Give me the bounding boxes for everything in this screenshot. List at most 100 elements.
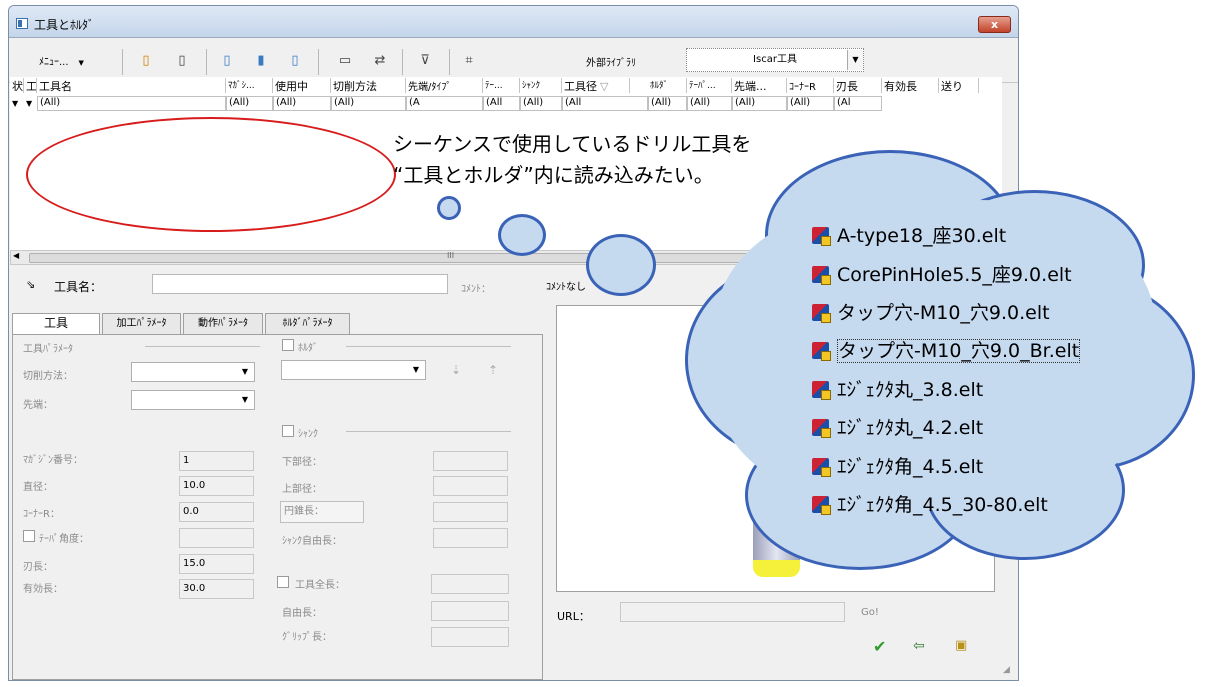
- delete-tool-icon[interactable]: ▯: [173, 51, 191, 71]
- holder-settings-icon[interactable]: ▯: [286, 51, 304, 71]
- filter-dropdown-icon[interactable]: ▼: [12, 96, 18, 111]
- tab-machining-params[interactable]: 加工ﾊﾟﾗﾒｰﾀ: [102, 313, 181, 334]
- toolbar-separator: [402, 49, 403, 75]
- file-item[interactable]: タップ穴-M10_穴9.0.elt: [812, 298, 1050, 325]
- tool-params-panel: 工具ﾊﾟﾗﾒｰﾀ 切削方法： ▼ 先端： ▼ ﾏｶﾞｼﾞﾝ番号： 1 直径： 1…: [12, 334, 543, 680]
- filter-cell[interactable]: (All): [787, 96, 834, 111]
- column-header[interactable]: 切削方法: [331, 78, 406, 93]
- scroll-left-icon[interactable]: ◀: [13, 251, 19, 260]
- column-header[interactable]: ｼｬﾝｸ: [520, 78, 562, 93]
- effective-length-field[interactable]: 30.0: [179, 579, 254, 599]
- go-button[interactable]: Go!: [861, 607, 879, 618]
- import-holder-icon[interactable]: ▮: [252, 51, 270, 71]
- holder-import-icon[interactable]: ⇣: [451, 363, 461, 377]
- file-item[interactable]: CorePinHole5.5_座9.0.elt: [812, 260, 1072, 287]
- window-title: 工具とﾎﾙﾀﾞ: [34, 18, 95, 32]
- thought-bubble-large: [586, 234, 656, 296]
- column-header[interactable]: ﾃｰ...: [483, 78, 520, 93]
- elt-file-icon: [812, 381, 831, 400]
- taper-angle-field[interactable]: [179, 528, 254, 548]
- filter-cell[interactable]: (All): [687, 96, 732, 111]
- filter-cell[interactable]: (All: [562, 96, 648, 111]
- toolbar-separator: [122, 49, 123, 75]
- filter-cell[interactable]: (All): [226, 96, 273, 111]
- column-header[interactable]: 先端...: [732, 78, 787, 93]
- apply-icon[interactable]: ⇦: [913, 638, 925, 654]
- filter-cell[interactable]: (All): [331, 96, 406, 111]
- blade-length-field[interactable]: 15.0: [179, 554, 254, 574]
- filter-cell[interactable]: (A: [406, 96, 483, 111]
- file-item[interactable]: ｴｼﾞｪｸﾀ丸_4.2.elt: [812, 413, 983, 440]
- tab-tool[interactable]: 工具: [12, 313, 100, 335]
- menu-button[interactable]: ﾒﾆｭｰ... ▼: [39, 53, 84, 68]
- file-item[interactable]: ｴｼﾞｪｸﾀ角_4.5.elt: [812, 452, 983, 479]
- column-header[interactable]: 刃長: [834, 78, 882, 93]
- tip-select[interactable]: ▼: [131, 390, 255, 410]
- swap-tool-icon[interactable]: ⇄: [371, 51, 389, 71]
- cone-length-button[interactable]: 円錐長：: [280, 501, 364, 523]
- ok-check-icon[interactable]: ✔: [873, 637, 886, 656]
- free-length-field[interactable]: [431, 601, 509, 621]
- total-length-field[interactable]: [431, 574, 509, 594]
- filter-dropdown-icon[interactable]: ▼: [26, 96, 32, 111]
- exit-icon[interactable]: ▣: [955, 638, 967, 653]
- filter-cell[interactable]: (All): [37, 96, 226, 111]
- holder-select[interactable]: ▼: [281, 360, 426, 380]
- column-header[interactable]: 先端/ﾀｲﾌﾟ: [406, 78, 483, 93]
- library-select[interactable]: Iscar工具: [686, 48, 864, 72]
- column-header[interactable]: ﾃｰﾊﾟ...: [687, 78, 732, 93]
- shank-free-length-field[interactable]: [433, 528, 508, 548]
- column-header[interactable]: 使用中: [273, 78, 331, 93]
- elt-file-icon: [812, 227, 831, 246]
- upper-diameter-label: 上部径：: [282, 484, 322, 495]
- column-header[interactable]: ﾏｶﾞｼ...: [226, 78, 273, 93]
- cutting-method-select[interactable]: ▼: [131, 362, 255, 382]
- chevron-down-icon: ▼: [412, 365, 420, 374]
- column-header[interactable]: 送り: [939, 78, 979, 93]
- clear-filter-icon[interactable]: ⊽: [416, 51, 434, 71]
- diameter-field[interactable]: 10.0: [179, 476, 254, 496]
- column-header[interactable]: 工具径 ▽: [562, 78, 630, 93]
- filter-cell[interactable]: (All): [520, 96, 562, 111]
- add-holder-icon[interactable]: ▯: [218, 51, 236, 71]
- file-item[interactable]: A-type18_座30.elt: [812, 221, 1006, 248]
- filter-cell[interactable]: (Al: [834, 96, 882, 111]
- filter-cell[interactable]: (All): [648, 96, 687, 111]
- column-header[interactable]: ﾎﾙﾀﾞ: [648, 78, 687, 93]
- holder-export-icon[interactable]: ⇡: [488, 363, 498, 377]
- magazine-field[interactable]: 1: [179, 451, 254, 471]
- filter-cell[interactable]: (All): [273, 96, 331, 111]
- tab-holder-params[interactable]: ﾎﾙﾀﾞﾊﾟﾗﾒｰﾀ: [265, 313, 350, 334]
- resize-grip-icon[interactable]: ◢: [1003, 665, 1010, 675]
- column-header[interactable]: 有効長: [882, 78, 939, 93]
- file-item[interactable]: ｴｼﾞｪｸﾀ丸_3.8.elt: [812, 375, 983, 402]
- column-header-label: 工具径: [564, 80, 597, 93]
- upper-diameter-field[interactable]: [433, 476, 508, 496]
- tab-motion-params[interactable]: 動作ﾊﾟﾗﾒｰﾀ: [183, 313, 263, 334]
- binoculars-icon[interactable]: ⌗: [460, 51, 478, 71]
- grip-length-field[interactable]: [431, 627, 509, 647]
- holder-checkbox[interactable]: ﾎﾙﾀﾞ: [282, 339, 318, 354]
- filter-cell[interactable]: (All): [732, 96, 787, 111]
- close-button[interactable]: x: [978, 16, 1011, 33]
- lower-diameter-field[interactable]: [433, 451, 508, 471]
- corner-r-field[interactable]: 0.0: [179, 502, 254, 522]
- elt-file-icon: [812, 496, 831, 515]
- chevron-down-icon[interactable]: ▼: [847, 50, 863, 70]
- copy-tool-icon[interactable]: ▭: [336, 51, 354, 71]
- shank-checkbox[interactable]: ｼｬﾝｸ: [282, 425, 318, 440]
- cone-length-field[interactable]: [433, 502, 508, 522]
- column-header[interactable]: 工具名: [37, 78, 226, 93]
- filter-cell[interactable]: (All: [483, 96, 520, 111]
- taper-angle-checkbox[interactable]: ﾃｰﾊﾟ角度：: [23, 530, 89, 545]
- column-header[interactable]: 状: [10, 78, 24, 93]
- file-item[interactable]: タップ穴-M10_穴9.0_Br.elt: [812, 336, 1081, 363]
- column-header[interactable]: 工: [24, 78, 37, 93]
- file-item[interactable]: ｴｼﾞｪｸﾀ角_4.5_30-80.elt: [812, 490, 1048, 517]
- url-field[interactable]: [620, 602, 845, 622]
- column-header[interactable]: ｺｰﾅｰR: [787, 78, 834, 93]
- tool-name-field[interactable]: [152, 274, 448, 294]
- tip-label: 先端：: [23, 400, 53, 411]
- total-length-checkbox[interactable]: 工具全長：: [277, 576, 345, 591]
- new-tool-icon[interactable]: ▯: [137, 51, 155, 71]
